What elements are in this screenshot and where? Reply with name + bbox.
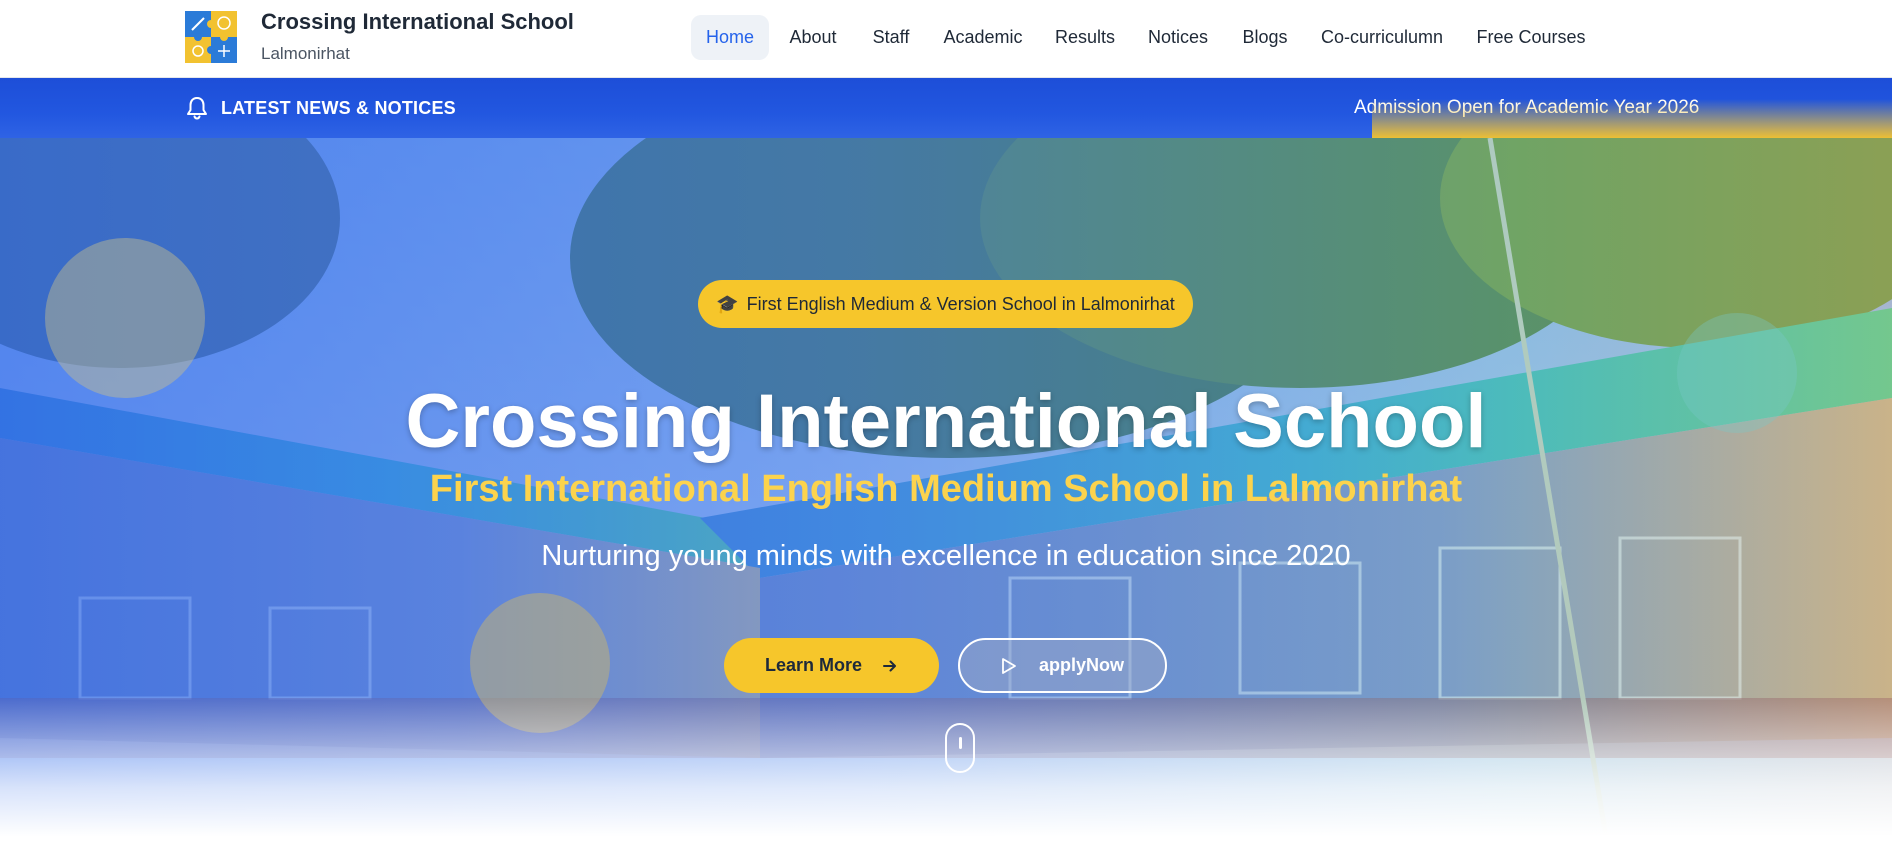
nav-free-courses[interactable]: Free Courses [1470,15,1592,60]
mouse-wheel [959,737,962,749]
nav-notices[interactable]: Notices [1142,15,1214,60]
nav-results[interactable]: Results [1050,15,1120,60]
hero-section: 🎓 First English Medium & Version School i… [0,138,1892,861]
arrow-right-icon [883,660,897,671]
nav-staff[interactable]: Staff [866,15,916,60]
brand-title[interactable]: Crossing International School [261,9,574,35]
news-ticker: LATEST NEWS & NOTICES Admission Open for… [0,78,1892,138]
hero-tagline: Nurturing young minds with excellence in… [541,540,1351,572]
puzzle-logo-icon[interactable] [185,11,237,63]
graduation-cap-icon: 🎓 [716,294,739,314]
nav-about[interactable]: About [781,15,845,60]
learn-more-label: Learn More [764,655,863,675]
ticker-news-item[interactable]: Admission Open for Academic Year 2026 [1354,97,1699,119]
hero-bottom-fade [0,698,1892,861]
hero-title: Crossing International School [405,379,1487,464]
nav-academic[interactable]: Academic [938,15,1028,60]
ticker-label: LATEST NEWS & NOTICES [221,98,456,118]
hero-badge: 🎓 First English Medium & Version School i… [698,280,1193,328]
play-icon [1002,657,1016,674]
nav-blogs[interactable]: Blogs [1236,15,1294,60]
mouse-scroll-icon[interactable] [945,723,975,773]
hero-badge-text: First English Medium & Version School in… [746,294,1175,314]
site-header: Crossing International School Lalmonirha… [0,0,1892,78]
hero-subtitle: First International English Medium Schoo… [429,468,1463,510]
nav-home[interactable]: Home [691,15,769,60]
learn-more-button[interactable]: Learn More [724,638,939,693]
nav-co-curriculum[interactable]: Co-curriculumn [1316,15,1448,60]
apply-now-label: applyNow [1038,655,1124,675]
bell-icon [187,97,207,120]
brand-subtitle: Lalmonirhat [261,44,350,63]
apply-now-button[interactable]: applyNow [958,638,1167,693]
decorative-circle [45,238,205,398]
ticker-marquee[interactable]: Admission Open for Academic Year 2026 [1340,78,1708,138]
